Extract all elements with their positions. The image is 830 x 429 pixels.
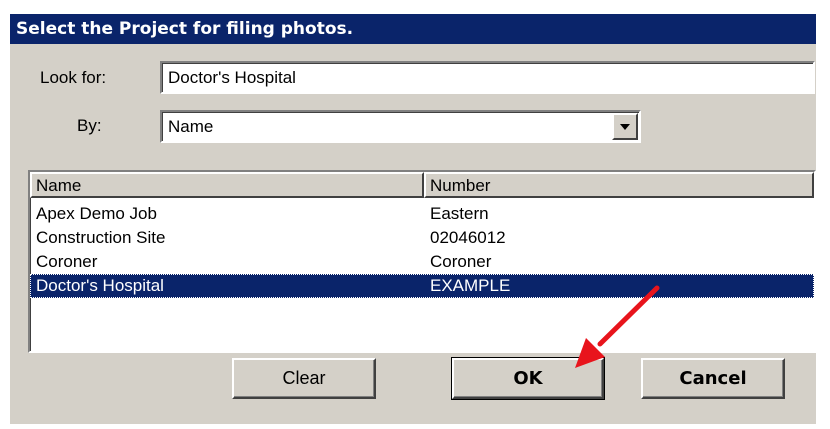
item-name: Doctor's Hospital [36, 276, 164, 295]
column-header-name[interactable]: Name [30, 172, 424, 198]
by-dropdown[interactable]: Name [160, 110, 641, 143]
column-header-number[interactable]: Number [424, 172, 814, 198]
look-for-label: Look for: [40, 68, 107, 87]
dropdown-button[interactable] [612, 113, 638, 140]
clear-button[interactable]: Clear [232, 358, 376, 399]
list-item-selected[interactable]: Doctor's Hospital EXAMPLE [30, 274, 814, 298]
select-project-dialog: Select the Project for filing photos. Lo… [10, 14, 816, 424]
list-rows: Apex Demo Job Eastern Construction Site … [30, 202, 814, 298]
ok-button[interactable]: OK [451, 357, 605, 400]
item-number: Eastern [430, 204, 489, 223]
cancel-button[interactable]: Cancel [641, 358, 785, 399]
by-selected-value: Name [168, 117, 214, 136]
item-number: EXAMPLE [430, 276, 511, 295]
look-for-input[interactable] [160, 61, 815, 94]
item-name: Apex Demo Job [36, 204, 157, 223]
item-name: Coroner [36, 252, 98, 271]
project-list[interactable]: Name Number Apex Demo Job Eastern Constr… [28, 170, 816, 353]
list-item[interactable]: Construction Site 02046012 [30, 226, 814, 250]
dialog-title: Select the Project for filing photos. [10, 14, 816, 44]
list-header: Name Number [30, 172, 814, 198]
item-number: Coroner [430, 252, 492, 271]
item-name: Construction Site [36, 228, 166, 247]
list-item[interactable]: Coroner Coroner [30, 250, 814, 274]
chevron-down-icon [620, 124, 630, 130]
list-item[interactable]: Apex Demo Job Eastern [30, 202, 814, 226]
item-number: 02046012 [430, 228, 506, 247]
by-label: By: [77, 116, 102, 135]
